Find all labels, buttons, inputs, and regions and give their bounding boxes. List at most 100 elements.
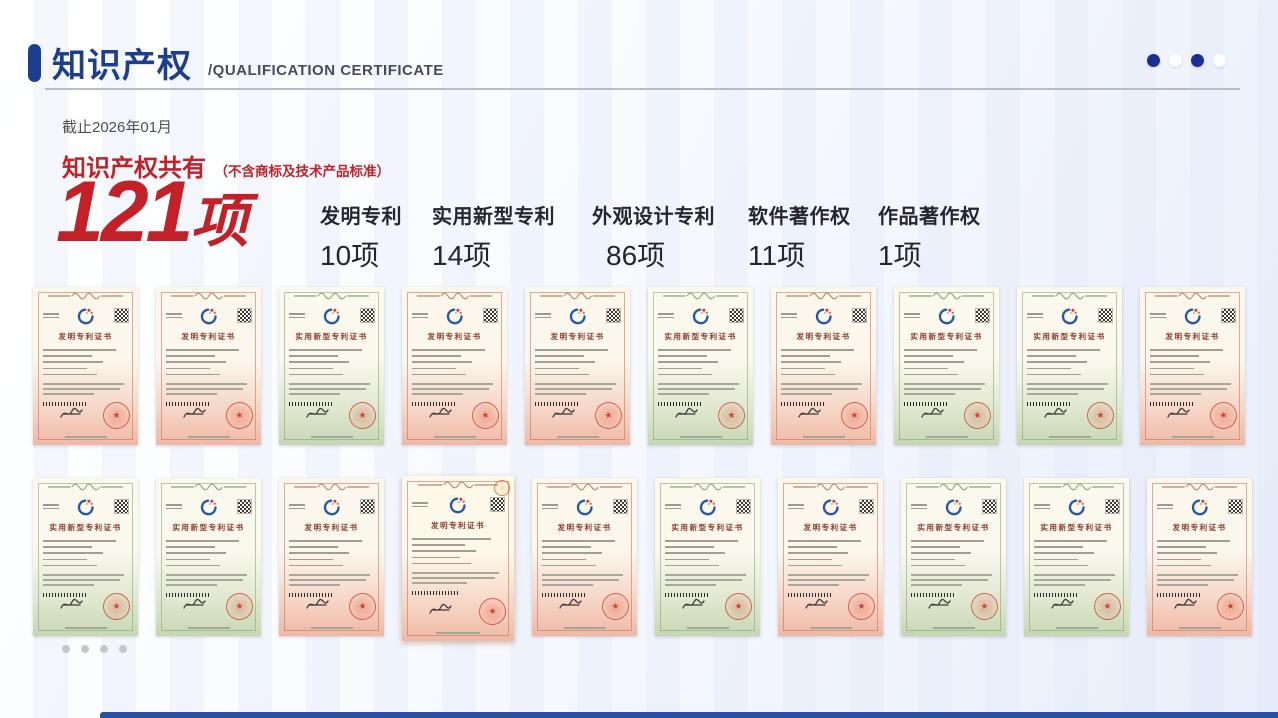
certificate-number [43, 504, 59, 511]
certificate-footer-line [810, 627, 852, 629]
qr-code [853, 309, 866, 322]
cnipa-logo-icon [945, 498, 963, 516]
bottom-accent-bar [100, 712, 1278, 718]
stat-invention-patents: 发明专利 10项 [320, 200, 402, 274]
stat-value: 10项 [320, 234, 402, 274]
stat-label: 外观设计专利 [592, 200, 715, 229]
nav-dots [1147, 54, 1226, 67]
certificate-fields [43, 349, 128, 380]
certificate-footer-line [1172, 436, 1214, 438]
qr-code [491, 498, 504, 511]
certificate-footer-line [687, 627, 729, 629]
official-seal-icon: ★ [101, 400, 131, 430]
seal-star-icon: ★ [734, 601, 743, 611]
signature-icon [59, 406, 87, 421]
seal-star-icon: ★ [1096, 410, 1105, 420]
seal-star-icon: ★ [481, 410, 490, 420]
certificate-title: 发明专利证书 [535, 522, 635, 532]
nav-dot[interactable] [1213, 54, 1226, 67]
page-title: 知识产权 [52, 38, 192, 87]
certificate-paragraph [1027, 383, 1112, 398]
signature-icon [681, 597, 709, 612]
certificate-number [412, 313, 428, 320]
qr-code [614, 500, 627, 513]
certificate-fields [166, 540, 251, 571]
certificate-paragraph [1034, 574, 1119, 589]
certificate-row-1: 发明专利证书 ★ 发明专利证书 [33, 287, 1248, 445]
certificate-fields [1027, 349, 1112, 380]
stat-label: 实用新型专利 [432, 200, 555, 229]
cnipa-logo-icon [1068, 498, 1086, 516]
certificate-fields [289, 540, 374, 571]
certificate-title: 实用新型专利证书 [282, 331, 382, 341]
signature-icon [804, 597, 832, 612]
certificate-card: 实用新型专利证书 ★ [901, 478, 1006, 636]
qr-code [607, 309, 620, 322]
certificate-card: 实用新型专利证书 ★ [894, 287, 999, 445]
certificate-row-2: 实用新型专利证书 ★ 实用新型专利证书 [33, 478, 1248, 641]
cnipa-logo-icon [1061, 307, 1079, 325]
certificate-fields [412, 538, 504, 569]
certificate-paragraph [166, 383, 251, 398]
stat-label: 软件著作权 [748, 200, 851, 229]
certificate-title: 发明专利证书 [36, 331, 136, 341]
date-stamp-icon [494, 480, 510, 496]
nav-dot[interactable] [1147, 54, 1160, 67]
signature-icon [182, 406, 210, 421]
seal-star-icon: ★ [112, 601, 121, 611]
cnipa-logo-icon [200, 498, 218, 516]
certificate-footer-line [803, 436, 845, 438]
seal-star-icon: ★ [235, 601, 244, 611]
certificate-title: 实用新型专利证书 [651, 331, 751, 341]
seal-star-icon: ★ [358, 601, 367, 611]
ornament-icon [417, 292, 493, 300]
pager-dot[interactable] [81, 645, 89, 653]
cnipa-logo-icon [815, 307, 833, 325]
official-seal-icon: ★ [470, 400, 500, 430]
seal-star-icon: ★ [611, 601, 620, 611]
cnipa-logo-icon [692, 307, 710, 325]
nav-dot[interactable] [1191, 54, 1204, 67]
certificate-fields [535, 349, 620, 380]
certificate-card: 实用新型专利证书 ★ [655, 478, 760, 636]
signature-icon [558, 597, 586, 612]
certificate-number [542, 504, 558, 511]
official-seal-icon: ★ [1092, 591, 1122, 621]
certificate-title: 发明专利证书 [282, 522, 382, 532]
stat-value: 11项 [748, 234, 851, 274]
certificate-card: 发明专利证书 ★ [402, 476, 514, 641]
certificate-card: 发明专利证书 ★ [778, 478, 883, 636]
pagination-dots [62, 645, 127, 653]
pager-dot[interactable] [62, 645, 70, 653]
certificate-fields [904, 349, 989, 380]
nav-dot[interactable] [1169, 54, 1182, 67]
header: 知识产权 /QUALIFICATION CERTIFICATE [0, 0, 1278, 92]
official-seal-icon: ★ [1208, 400, 1238, 430]
signature-icon [305, 406, 333, 421]
ornament-icon [793, 483, 869, 491]
ornament-icon [1039, 483, 1115, 491]
certificate-paragraph [658, 383, 743, 398]
certificate-paragraph [166, 574, 251, 589]
certificate-title: 实用新型专利证书 [1027, 522, 1127, 532]
stat-work-copyrights: 作品著作权 1项 [878, 200, 981, 274]
certificate-card: 发明专利证书 ★ [156, 287, 261, 445]
stat-software-copyrights: 软件著作权 11项 [748, 200, 851, 274]
stat-label: 发明专利 [320, 200, 402, 229]
qr-code [1106, 500, 1119, 513]
qr-code [730, 309, 743, 322]
certificate-footer-line [436, 632, 481, 634]
certificate-number [1034, 504, 1050, 511]
official-seal-icon: ★ [969, 591, 999, 621]
pager-dot[interactable] [100, 645, 108, 653]
certificate-footer-line [65, 436, 107, 438]
qr-code [983, 500, 996, 513]
cnipa-logo-icon [77, 307, 95, 325]
ornament-icon [48, 483, 124, 491]
cnipa-logo-icon [449, 496, 467, 514]
ornament-icon [294, 292, 370, 300]
signature-icon [1050, 597, 1078, 612]
qr-code [361, 500, 374, 513]
certificate-title: 发明专利证书 [159, 331, 259, 341]
pager-dot[interactable] [119, 645, 127, 653]
